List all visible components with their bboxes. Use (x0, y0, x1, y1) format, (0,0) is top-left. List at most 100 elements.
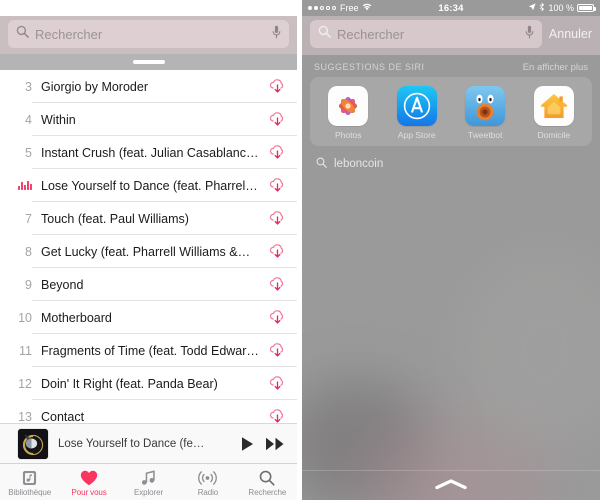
mini-player[interactable]: Lose Yourself to Dance (fe… (0, 423, 297, 463)
track-number: 4 (25, 112, 32, 127)
track-title: Motherboard (41, 310, 112, 325)
track-number: 9 (25, 277, 32, 292)
siri-suggestions-header: SUGGESTIONS DE SIRI En afficher plus (302, 55, 600, 77)
tweetbot-app-icon (465, 86, 506, 126)
microphone-icon[interactable] (272, 25, 281, 44)
app-store-app-icon (396, 86, 437, 126)
track-number: 12 (18, 376, 32, 391)
track-number: 7 (25, 211, 32, 226)
search-input[interactable]: Rechercher (310, 20, 542, 48)
tab-radio[interactable]: Radio (178, 464, 237, 500)
download-cloud-icon[interactable] (268, 375, 287, 392)
show-more-button[interactable]: En afficher plus (523, 62, 588, 73)
location-arrow-icon (528, 3, 537, 13)
tab-explorer[interactable]: Explorer (119, 464, 178, 500)
chevron-up-icon (434, 477, 468, 495)
bluetooth-icon (236, 2, 242, 14)
now-playing-equalizer-icon (6, 181, 32, 190)
control-center-grabber[interactable] (302, 470, 600, 500)
download-cloud-icon[interactable] (268, 342, 287, 359)
spotlight-search-panel: Free 16:34 100 % Rechercher Annuler SUGG… (302, 0, 600, 500)
bluetooth-icon (539, 2, 545, 14)
track-title: Within (41, 112, 76, 127)
search-placeholder: Rechercher (337, 26, 405, 42)
tab-label: Recherche (248, 487, 287, 497)
tab-recherche[interactable]: Recherche (238, 464, 297, 500)
table-row[interactable]: 11 Fragments of Time (feat. Todd Edwar… (0, 334, 297, 367)
search-suggestion-row[interactable]: leboncoin (302, 146, 600, 173)
microphone-icon[interactable] (525, 25, 534, 44)
table-row[interactable]: 5 Instant Crush (feat. Julian Casablanc… (0, 136, 297, 169)
library-icon (22, 470, 37, 487)
location-arrow-icon (225, 3, 234, 13)
track-number: 13 (18, 409, 32, 424)
table-row[interactable]: 9 Beyond (0, 268, 297, 301)
app-label: App Store (397, 130, 436, 140)
now-playing-title: Lose Yourself to Dance (fe… (58, 437, 205, 450)
battery-full-icon (577, 4, 596, 12)
search-icon (16, 25, 29, 43)
tab-label: Bibliothèque (8, 487, 52, 497)
download-cloud-icon[interactable] (268, 144, 287, 161)
search-input[interactable]: Rechercher (8, 20, 289, 48)
download-cloud-icon[interactable] (268, 243, 287, 260)
table-row-now-playing[interactable]: Lose Yourself to Dance (feat. Pharrell… (0, 169, 297, 202)
search-icon (259, 470, 275, 487)
download-cloud-icon[interactable] (268, 111, 287, 128)
track-number: 5 (25, 145, 32, 160)
track-title: Beyond (41, 277, 84, 292)
track-number: 3 (25, 79, 32, 94)
siri-suggestions-title: SUGGESTIONS DE SIRI (314, 62, 425, 72)
track-title: Lose Yourself to Dance (feat. Pharrell… (41, 178, 261, 193)
download-cloud-icon[interactable] (268, 177, 287, 194)
table-row[interactable]: 12 Doin' It Right (feat. Panda Bear) (0, 367, 297, 400)
album-artwork[interactable] (18, 428, 48, 459)
download-cloud-icon[interactable] (268, 210, 287, 227)
home-app-icon (533, 86, 574, 126)
search-header-left: Rechercher (0, 16, 297, 54)
fast-forward-icon[interactable] (265, 436, 285, 452)
battery-percent-label: 100 % (245, 3, 271, 13)
download-cloud-icon[interactable] (268, 309, 287, 326)
tab-pour-vous[interactable]: Pour vous (59, 464, 118, 500)
track-list: 3 Giorgio by Moroder 4 Within 5 Instant … (0, 70, 297, 433)
track-title: Touch (feat. Paul Williams) (41, 211, 189, 226)
track-title: Instant Crush (feat. Julian Casablanc… (41, 145, 259, 160)
search-header-right: Rechercher Annuler (302, 16, 600, 55)
app-suggestion-domicile[interactable]: Domicile (525, 86, 583, 140)
app-suggestion-photos[interactable]: Photos (319, 86, 377, 140)
play-icon[interactable] (240, 436, 255, 452)
table-row[interactable]: 3 Giorgio by Moroder (0, 70, 297, 103)
download-cloud-icon[interactable] (268, 78, 287, 95)
app-suggestion-app-store[interactable]: App Store (388, 86, 446, 140)
music-note-icon (141, 470, 156, 487)
download-cloud-icon[interactable] (268, 276, 287, 293)
table-row[interactable]: 4 Within (0, 103, 297, 136)
table-row[interactable]: 10 Motherboard (0, 301, 297, 334)
search-placeholder: Rechercher (35, 26, 103, 42)
track-number: 11 (19, 343, 32, 358)
status-bar-left: Free 16:33 100 % (0, 0, 297, 16)
track-number: 10 (18, 310, 32, 325)
track-title: Doin' It Right (feat. Panda Bear) (41, 376, 218, 391)
cancel-button[interactable]: Annuler (549, 27, 592, 41)
tab-bibliotheque[interactable]: Bibliothèque (0, 464, 59, 500)
track-title: Fragments of Time (feat. Todd Edwar… (41, 343, 259, 358)
tab-label: Radio (197, 487, 219, 497)
app-suggestion-tweetbot[interactable]: Tweetbot (456, 86, 514, 140)
table-row[interactable]: 8 Get Lucky (feat. Pharrell Williams &… (0, 235, 297, 268)
status-bar-right: Free 16:34 100 % (302, 0, 600, 16)
track-title: Giorgio by Moroder (41, 79, 148, 94)
table-row[interactable]: 7 Touch (feat. Paul Williams) (0, 202, 297, 235)
siri-suggestions-card: Photos App Store Tweetbot Domicile (310, 77, 592, 146)
track-title: Contact (41, 409, 85, 424)
tab-label: Pour vous (71, 487, 107, 497)
app-label: Photos (335, 130, 362, 140)
status-bar-indicators: 100 % (451, 2, 596, 14)
tab-label: Explorer (134, 487, 164, 497)
music-app-panel: Free 16:33 100 % Rechercher 3 Giorgio by… (0, 0, 297, 500)
heart-icon (80, 470, 98, 487)
search-icon (316, 155, 327, 173)
notification-grabber[interactable] (0, 54, 297, 70)
wallpaper-blur-shape (460, 250, 600, 450)
